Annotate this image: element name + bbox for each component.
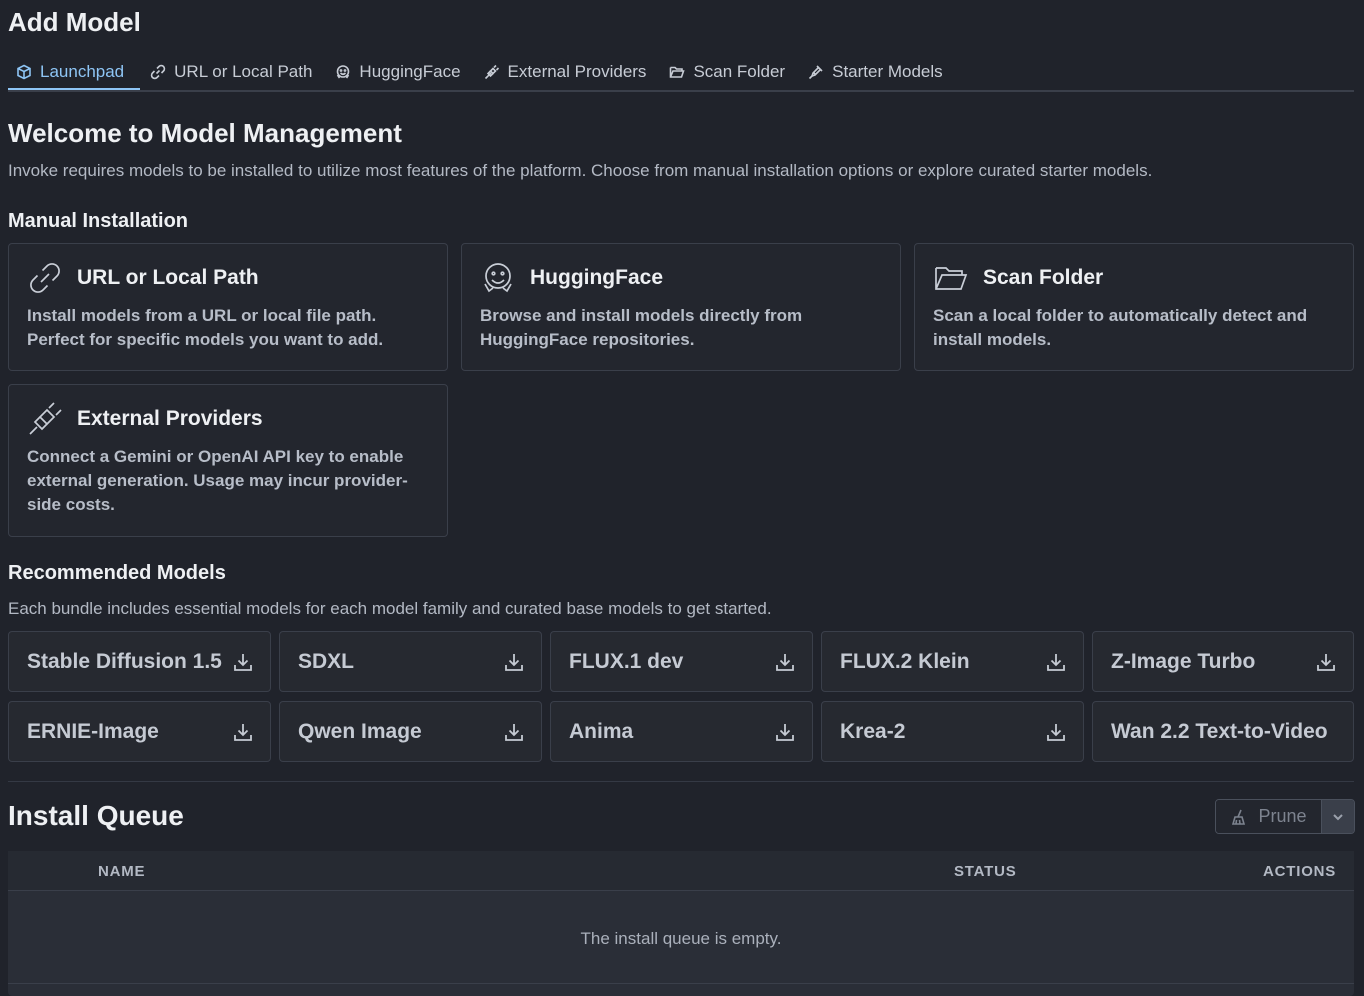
bundle-label: Stable Diffusion 1.5	[27, 649, 222, 673]
chevron-down-icon	[1333, 813, 1343, 820]
download-icon	[234, 723, 252, 741]
plug-icon	[484, 64, 499, 80]
bundle-z-image-turbo[interactable]: Z-Image Turbo	[1092, 631, 1354, 692]
bundle-qwen-image[interactable]: Qwen Image	[279, 701, 542, 762]
download-icon	[234, 653, 252, 671]
card-title: Scan Folder	[983, 266, 1104, 289]
bundle-ernie-image[interactable]: ERNIE-Image	[8, 701, 271, 762]
bundle-krea-2[interactable]: Krea-2	[821, 701, 1084, 762]
tab-external-providers[interactable]: External Providers	[474, 56, 660, 90]
prune-button-group: Prune	[1215, 799, 1355, 834]
tab-scan-folder[interactable]: Scan Folder	[659, 56, 798, 90]
bundle-label: Krea-2	[840, 719, 906, 743]
card-title: URL or Local Path	[77, 266, 259, 289]
prune-menu-toggle[interactable]	[1321, 800, 1354, 833]
bundle-flux-1-dev[interactable]: FLUX.1 dev	[550, 631, 813, 692]
card-description: Connect a Gemini or OpenAI API key to en…	[27, 447, 408, 514]
bundle-label: Anima	[569, 719, 634, 743]
tab-bar: Launchpad URL or Local Path HuggingFace …	[8, 56, 1354, 92]
card-url-or-local-path[interactable]: URL or Local Path Install models from a …	[8, 243, 448, 371]
broom-icon	[1232, 809, 1246, 825]
download-icon	[776, 653, 794, 671]
page-title: Add Model	[8, 7, 141, 37]
prune-button[interactable]: Prune	[1216, 800, 1321, 833]
welcome-title: Welcome to Model Management	[8, 118, 402, 148]
card-description: Scan a local folder to automatically det…	[933, 306, 1308, 349]
recommended-models-description: Each bundle includes essential models fo…	[8, 599, 772, 618]
install-queue-table: NAME STATUS ACTIONS The install queue is…	[8, 851, 1354, 996]
tab-label: External Providers	[507, 62, 647, 81]
prune-label: Prune	[1258, 806, 1307, 826]
column-header-name[interactable]: NAME	[98, 863, 145, 880]
download-icon	[505, 723, 523, 741]
link-icon	[150, 64, 166, 80]
bundle-label: Qwen Image	[298, 719, 422, 743]
plug-icon	[29, 402, 62, 435]
card-description: Browse and install models directly from …	[480, 306, 803, 349]
huggingface-icon	[484, 263, 512, 293]
section-divider	[8, 781, 1354, 782]
tab-url-or-local-path[interactable]: URL or Local Path	[140, 56, 325, 90]
tab-huggingface[interactable]: HuggingFace	[325, 56, 473, 90]
card-title: HuggingFace	[530, 266, 664, 289]
bundle-sdxl[interactable]: SDXL	[279, 631, 542, 692]
folder-icon	[935, 267, 968, 290]
tab-label: URL or Local Path	[174, 62, 313, 81]
bundle-flux-2-klein[interactable]: FLUX.2 Klein	[821, 631, 1084, 692]
bundle-label: Wan 2.2 Text-to-Video	[1111, 719, 1328, 743]
bundle-anima[interactable]: Anima	[550, 701, 813, 762]
card-huggingface[interactable]: HuggingFace Browse and install models di…	[461, 243, 901, 371]
manual-installation-heading: Manual Installation	[8, 210, 189, 232]
empty-queue-message: The install queue is empty.	[580, 929, 782, 948]
bundle-label: ERNIE-Image	[27, 719, 159, 743]
tab-label: Scan Folder	[693, 62, 786, 81]
huggingface-icon	[337, 65, 350, 79]
bundle-label: SDXL	[298, 649, 355, 673]
link-icon	[30, 263, 60, 293]
bundle-label: FLUX.1 dev	[569, 649, 684, 673]
bundle-label: Z-Image Turbo	[1111, 649, 1256, 673]
download-icon	[1317, 653, 1335, 671]
column-header-actions: ACTIONS	[1263, 863, 1337, 880]
table-divider	[8, 983, 1354, 984]
welcome-description: Invoke requires models to be installed t…	[8, 161, 1153, 180]
card-title: External Providers	[77, 407, 263, 430]
column-header-status[interactable]: STATUS	[954, 863, 1017, 880]
flask-icon	[809, 65, 823, 80]
bundle-stable-diffusion-1-5[interactable]: Stable Diffusion 1.5	[8, 631, 271, 692]
card-external-providers[interactable]: External Providers Connect a Gemini or O…	[8, 384, 448, 537]
download-icon	[1047, 723, 1065, 741]
card-scan-folder[interactable]: Scan Folder Scan a local folder to autom…	[914, 243, 1354, 371]
download-icon	[1047, 653, 1065, 671]
recommended-models-heading: Recommended Models	[8, 562, 226, 584]
table-header: NAME STATUS ACTIONS	[8, 851, 1354, 891]
folder-icon	[670, 66, 686, 78]
tab-starter-models[interactable]: Starter Models	[798, 56, 956, 90]
bundle-label: FLUX.2 Klein	[840, 649, 970, 673]
tab-launchpad[interactable]: Launchpad	[8, 56, 141, 90]
bundle-wan-2-2-text-to-video[interactable]: Wan 2.2 Text-to-Video	[1092, 701, 1354, 762]
download-icon	[505, 653, 523, 671]
install-queue-title: Install Queue	[8, 800, 184, 831]
card-description: Install models from a URL or local file …	[27, 306, 384, 349]
tab-label: HuggingFace	[359, 62, 461, 81]
tab-label: Launchpad	[40, 62, 125, 81]
tab-label: Starter Models	[832, 62, 943, 81]
download-icon	[776, 723, 794, 741]
cube-icon	[17, 64, 31, 80]
